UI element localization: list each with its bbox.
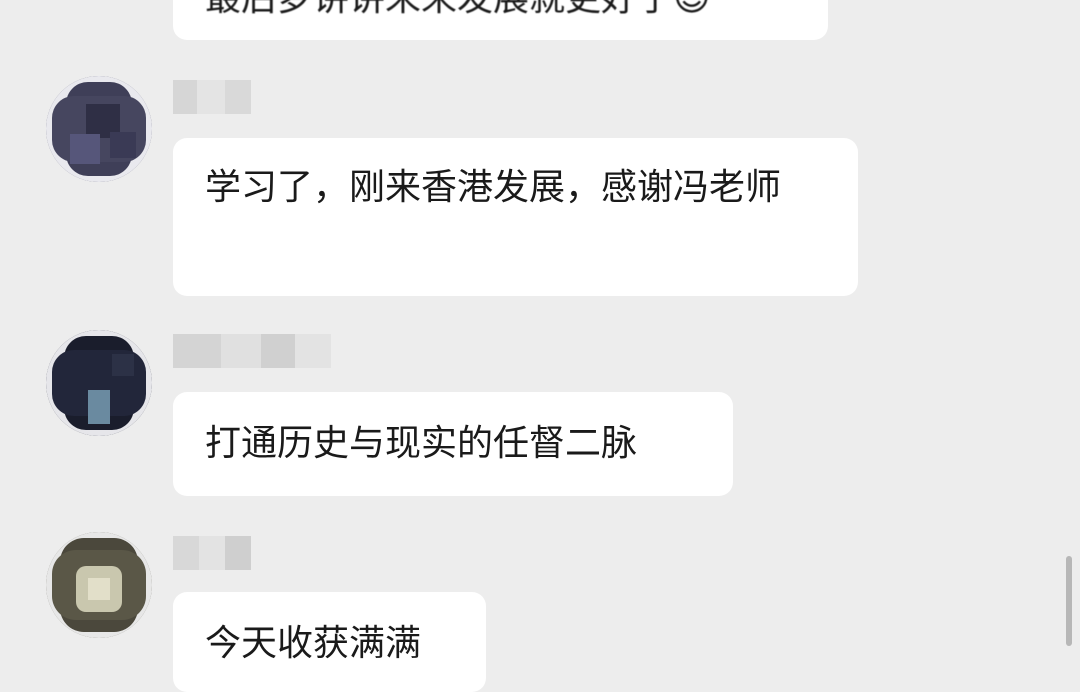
message-text: 打通历史与现实的任督二脉	[205, 423, 638, 464]
message-bubble[interactable]: 最后梦讲讲未来发展就更好了😊	[173, 0, 828, 40]
message-bubble[interactable]: 学习了，刚来香港发展，感谢冯老师	[173, 138, 858, 296]
message-text: 今天收获满满	[205, 623, 422, 664]
message-bubble[interactable]: 今天收获满满	[173, 592, 486, 692]
avatar[interactable]	[46, 330, 152, 436]
message-text: 最后梦讲讲未来发展就更好了😊	[205, 0, 796, 28]
avatar[interactable]	[46, 76, 152, 182]
sender-name	[173, 536, 253, 570]
message-bubble[interactable]: 打通历史与现实的任督二脉	[173, 392, 733, 496]
message-text: 学习了，刚来香港发展，感谢冯老师	[205, 167, 782, 208]
scrollbar-thumb[interactable]	[1066, 556, 1072, 646]
chat-message-list[interactable]: 最后梦讲讲未来发展就更好了😊 学习了，刚来香港发展，感谢冯老师 打通历史与现实的…	[0, 0, 1080, 692]
avatar[interactable]	[46, 532, 152, 638]
sender-name	[173, 334, 331, 368]
sender-name	[173, 80, 253, 114]
